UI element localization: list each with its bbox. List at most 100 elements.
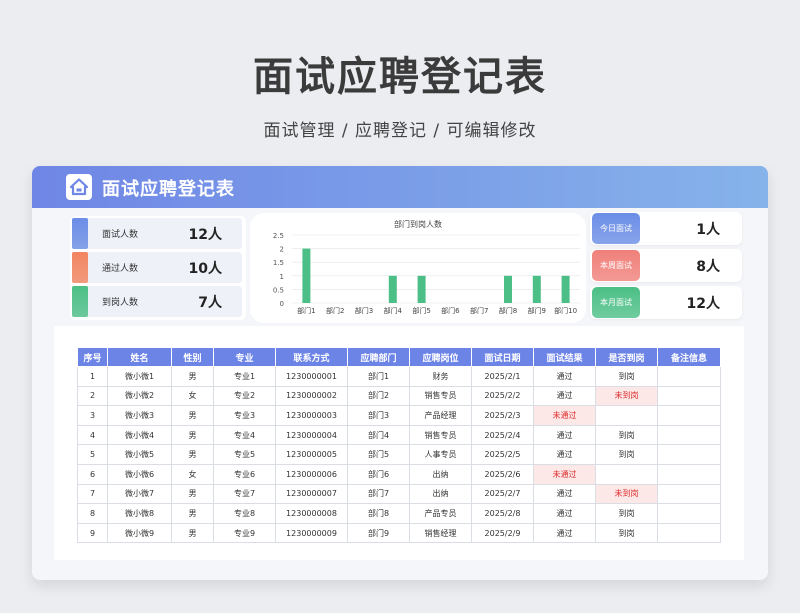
cell-col-major[interactable]: 专业8 <box>213 503 276 524</box>
header-col-position[interactable]: 应聘岗位 <box>409 347 472 367</box>
cell-col-remark[interactable] <box>657 503 721 524</box>
cell-col-contact[interactable]: 1230000003 <box>275 405 348 426</box>
bar[interactable] <box>417 275 426 303</box>
cell-col-name[interactable]: 微小微5 <box>107 444 172 465</box>
cell-col-arrival[interactable]: 未到岗 <box>595 385 658 407</box>
cell-col-major[interactable]: 专业1 <box>213 366 276 387</box>
table-row[interactable]: 4 微小微4 男专业4 1230000004 部门4 销售专员 2025/2/4 通过 到岗 <box>77 424 721 446</box>
table-row[interactable]: 5 微小微5 男专业5 1230000005 部门5 人事专员 2025/2/5 通过 到岗 <box>77 444 721 465</box>
cell-col-position[interactable]: 财务 <box>409 366 472 387</box>
cell-col-remark[interactable] <box>657 483 721 505</box>
cell-col-name[interactable]: 微小微7 <box>107 483 172 505</box>
cell-col-result[interactable]: 通过 <box>533 444 596 465</box>
cell-col-remark[interactable] <box>657 366 721 387</box>
cell-col-position[interactable]: 出纳 <box>409 463 472 485</box>
cell-col-arrival[interactable]: 未到岗 <box>595 483 658 505</box>
table-row[interactable]: 7 微小微7 男专业7 1230000007 部门7 出纳 2025/2/7 通过 未到岗 <box>77 483 721 505</box>
bar[interactable] <box>561 275 570 303</box>
cell-col-arrival[interactable]: 到岗 <box>595 522 658 544</box>
table-row[interactable]: 6 微小微6 女专业6 1230000006 部门6 出纳 2025/2/6 未通过 <box>77 463 721 485</box>
cell-col-major[interactable]: 专业5 <box>213 444 276 465</box>
cell-col-index[interactable]: 5 <box>77 444 108 465</box>
cell-col-gender[interactable]: 男 <box>171 483 214 505</box>
bar[interactable] <box>532 275 541 303</box>
header-col-contact[interactable]: 联系方式 <box>275 347 348 367</box>
cell-col-result[interactable]: 通过 <box>533 483 596 505</box>
cell-col-result[interactable]: 未通过 <box>533 463 596 485</box>
cell-col-major[interactable]: 专业6 <box>213 463 276 485</box>
header-col-date[interactable]: 面试日期 <box>471 347 534 367</box>
cell-col-position[interactable]: 销售专员 <box>409 385 472 407</box>
cell-col-index[interactable]: 2 <box>77 385 108 407</box>
cell-col-index[interactable]: 3 <box>77 405 108 426</box>
table-row[interactable]: 2 微小微2 女专业2 1230000002 部门2 销售专员 2025/2/2 通过 未到岗 <box>77 385 721 407</box>
cell-col-arrival[interactable] <box>595 463 658 485</box>
bar[interactable] <box>504 275 512 303</box>
cell-col-gender[interactable]: 女 <box>171 463 214 485</box>
cell-col-name[interactable]: 微小微3 <box>107 405 172 426</box>
cell-col-date[interactable]: 2025/2/7 <box>471 483 534 505</box>
cell-col-name[interactable]: 微小微2 <box>107 385 172 407</box>
cell-col-remark[interactable] <box>657 424 721 446</box>
cell-col-gender[interactable]: 男 <box>171 405 214 426</box>
cell-col-dept[interactable]: 部门2 <box>347 385 410 407</box>
cell-col-dept[interactable]: 部门8 <box>347 503 410 524</box>
cell-col-name[interactable]: 微小微6 <box>107 463 172 485</box>
bar[interactable] <box>302 248 311 303</box>
cell-col-position[interactable]: 产品经理 <box>409 405 472 426</box>
header-col-gender[interactable]: 性别 <box>171 347 214 367</box>
header-col-major[interactable]: 专业 <box>213 347 276 367</box>
cell-col-remark[interactable] <box>657 405 721 426</box>
bar[interactable] <box>388 275 397 303</box>
header-col-remark[interactable]: 备注信息 <box>657 347 721 367</box>
header-col-name[interactable]: 姓名 <box>107 347 172 367</box>
cell-col-contact[interactable]: 1230000005 <box>275 444 348 465</box>
cell-col-dept[interactable]: 部门7 <box>347 483 410 505</box>
cell-col-date[interactable]: 2025/2/8 <box>471 503 534 524</box>
cell-col-index[interactable]: 1 <box>77 366 108 387</box>
cell-col-position[interactable]: 销售经理 <box>409 522 472 544</box>
cell-col-arrival[interactable]: 到岗 <box>595 444 658 465</box>
cell-col-date[interactable]: 2025/2/3 <box>471 405 534 426</box>
cell-col-dept[interactable]: 部门3 <box>347 405 410 426</box>
cell-col-name[interactable]: 微小微4 <box>107 424 172 446</box>
cell-col-gender[interactable]: 男 <box>171 366 214 387</box>
cell-col-index[interactable]: 6 <box>77 463 108 485</box>
cell-col-remark[interactable] <box>657 385 721 407</box>
cell-col-result[interactable]: 通过 <box>533 366 596 387</box>
cell-col-date[interactable]: 2025/2/2 <box>471 385 534 407</box>
cell-col-date[interactable]: 2025/2/1 <box>471 366 534 387</box>
cell-col-gender[interactable]: 男 <box>171 503 214 524</box>
cell-col-gender[interactable]: 女 <box>171 385 214 407</box>
cell-col-arrival[interactable]: 到岗 <box>595 503 658 524</box>
cell-col-dept[interactable]: 部门4 <box>347 424 410 446</box>
cell-col-major[interactable]: 专业7 <box>213 483 276 505</box>
cell-col-dept[interactable]: 部门6 <box>347 463 410 485</box>
cell-col-result[interactable]: 通过 <box>533 522 596 544</box>
cell-col-arrival[interactable]: 到岗 <box>595 424 658 446</box>
header-col-index[interactable]: 序号 <box>77 347 108 367</box>
cell-col-arrival[interactable]: 到岗 <box>595 366 658 387</box>
cell-col-major[interactable]: 专业3 <box>213 405 276 426</box>
cell-col-major[interactable]: 专业9 <box>213 522 276 544</box>
cell-col-dept[interactable]: 部门1 <box>347 366 410 387</box>
cell-col-arrival[interactable] <box>595 405 658 426</box>
cell-col-dept[interactable]: 部门9 <box>347 522 410 544</box>
cell-col-gender[interactable]: 男 <box>171 522 214 544</box>
cell-col-date[interactable]: 2025/2/6 <box>471 463 534 485</box>
header-col-arrival[interactable]: 是否到岗 <box>595 347 658 367</box>
cell-col-result[interactable]: 通过 <box>533 424 596 446</box>
cell-col-contact[interactable]: 1230000001 <box>275 366 348 387</box>
cell-col-index[interactable]: 9 <box>77 522 108 544</box>
cell-col-contact[interactable]: 1230000004 <box>275 424 348 446</box>
header-col-dept[interactable]: 应聘部门 <box>347 347 410 367</box>
cell-col-result[interactable]: 通过 <box>533 503 596 524</box>
cell-col-name[interactable]: 微小微9 <box>107 522 172 544</box>
cell-col-position[interactable]: 出纳 <box>409 483 472 505</box>
cell-col-remark[interactable] <box>657 463 721 485</box>
cell-col-index[interactable]: 8 <box>77 503 108 524</box>
cell-col-gender[interactable]: 男 <box>171 424 214 446</box>
cell-col-contact[interactable]: 1230000009 <box>275 522 348 544</box>
cell-col-contact[interactable]: 1230000006 <box>275 463 348 485</box>
cell-col-name[interactable]: 微小微1 <box>107 366 172 387</box>
